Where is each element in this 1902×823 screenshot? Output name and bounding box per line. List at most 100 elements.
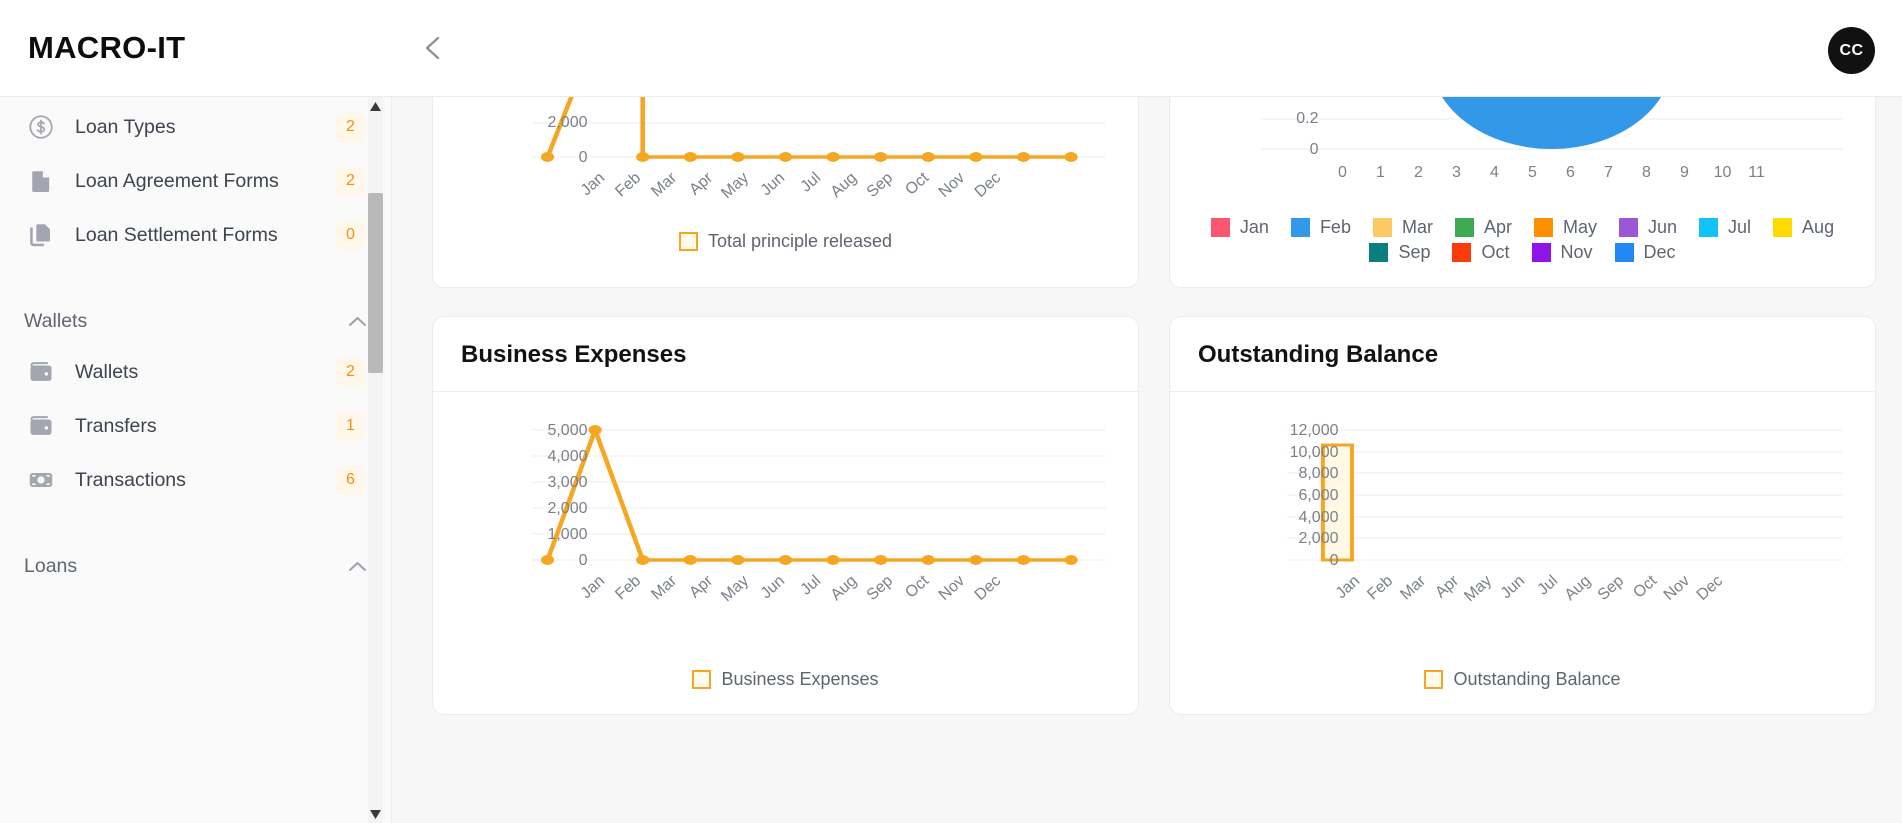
chevron-up-icon[interactable] [348,560,367,573]
xtick-label: Apr [686,572,716,602]
tick-label: 5 [1528,164,1537,181]
legend-item[interactable]: Dec [1614,242,1676,263]
xtick-label: Jul [798,169,825,195]
legend-label: May [1562,217,1597,237]
chart-legend: Outstanding Balance [1192,655,1853,700]
legend-item[interactable]: Business Expenses [692,669,879,690]
xtick-label: Jun [758,169,789,199]
ytick-label: 0.2 [1296,110,1318,127]
legend-item[interactable]: Mar [1372,217,1433,238]
sidebar-group-wallets[interactable]: Wallets [24,296,367,345]
chart-legend: Total principle released [455,217,1116,262]
ytick-label: 5,000 [547,422,587,439]
legend-item[interactable]: Total principle released [678,231,893,252]
xtick-label: Dec [972,169,1005,201]
sidebar-item-transactions[interactable]: Transactions 6 [24,453,367,507]
sidebar-item-loan-settlement-forms[interactable]: Loan Settlement Forms 0 [24,208,367,262]
legend-item[interactable]: Nov [1531,242,1593,263]
sidebar-item-label: Transactions [75,468,186,491]
xtick-label: May [718,572,752,605]
xtick-label: Feb [612,572,644,603]
sidebar-item-label: Wallets [75,360,139,383]
legend-swatch-icon [1531,243,1551,262]
ytick-labels: 12,000 10,000 8,000 6,000 4,000 2,000 0 [1290,422,1339,569]
chart-legend: Jan Feb Mar Apr May Jun Jul Aug Sep Oct Nov Dec [1192,207,1853,273]
app-body: Loan Agreement FormsLoan Types2Loan Agre… [0,97,1902,823]
legend-label: Apr [1483,217,1512,237]
ytick-label: 0 [579,149,588,166]
scroll-down-arrow[interactable] [368,805,383,823]
sidebar-group-title: Loans [24,555,78,577]
user-avatar[interactable]: CC [1828,27,1875,74]
card-body: 0.2 0 0 1 2 3 4 5 6 7 8 9 10 11 Jan Feb Mar Apr May Jun J… [1170,97,1875,287]
chart-axis-labels: 5,000 4,000 3,000 2,000 1,000 0 Jan Feb Mar Apr M… [547,422,1005,605]
xtick-labels: 0 1 2 3 4 5 6 7 8 9 10 11 [1338,164,1765,181]
legend-item[interactable]: Oct [1452,242,1510,263]
tick-label: 9 [1680,164,1689,181]
sidebar-item-loan-agreement-forms[interactable]: Loan Agreement Forms 2 [24,154,367,208]
chart-business-expenses: 5,000 4,000 3,000 2,000 1,000 0 Jan Feb Mar Apr M… [455,410,1116,655]
legend-label: Jul [1728,217,1752,237]
chart-total-principle-released: 2,000 0 Jan Feb Mar Apr May Jun Jul Aug Sep Oct No… [455,97,1116,217]
legend-label: Jun [1648,217,1678,237]
chevron-up-icon[interactable] [348,315,367,328]
sidebar-collapse-button[interactable] [412,27,454,69]
xtick-label: Apr [1432,572,1462,602]
ytick-label: 8,000 [1298,465,1338,482]
legend-swatch-icon [1699,218,1719,237]
ytick-label: 12,000 [1290,422,1339,439]
legend-label: Nov [1560,242,1593,262]
legend-item[interactable]: Jul [1699,217,1751,238]
legend-item[interactable]: Jun [1619,217,1677,238]
legend-swatch-icon [1452,243,1472,262]
xtick-label: Nov [936,572,969,604]
chart-axis-labels: 0.2 0 0 1 2 3 4 5 6 7 8 9 10 11 [1296,110,1765,181]
copy-document-icon [26,220,56,250]
sidebar-group-loans[interactable]: Loans [24,541,367,590]
legend-swatch-icon [1619,218,1638,237]
sidebar-item-wallets[interactable]: Wallets 2 [24,345,367,399]
legend-item[interactable]: Jan [1210,217,1269,238]
ytick-label: 1,000 [547,526,587,543]
xtick-label: Feb [612,169,644,200]
tick-label: 11 [1748,164,1765,181]
sidebar-item-loan-types[interactable]: Loan Types 2 [24,100,367,154]
app-root: MACRO-IT CC Loan Agreement Forms Loan Typ… [0,0,1902,823]
card-header: Business Expenses [433,317,1138,392]
ytick-labels: 5,000 4,000 3,000 2,000 1,000 0 [547,422,587,569]
sidebar-content: Loan Agreement FormsLoan Types2Loan Agre… [0,97,391,590]
sidebar-item-transfers[interactable]: Transfers 1 [24,399,367,453]
xtick-label: Jun [758,572,789,602]
legend-swatch-icon [678,232,698,251]
legend-item[interactable]: Aug [1773,217,1834,238]
document-icon [26,166,56,196]
chart-axis-labels: 12,000 10,000 8,000 6,000 4,000 2,000 0 Jan Feb… [1290,422,1727,605]
chart-monthly-distribution: 0.2 0 0 1 2 3 4 5 6 7 8 9 10 11 [1192,97,1853,207]
tick-label: 3 [1452,164,1461,181]
xtick-label: Nov [936,169,969,201]
card-header: Outstanding Balance [1170,317,1875,392]
avatar-initials: CC [1839,41,1864,59]
legend-label: Business Expenses [721,669,879,689]
legend-item[interactable]: Outstanding Balance [1424,669,1621,690]
page-title: Outstanding Balance [1198,341,1439,368]
legend-item[interactable]: Sep [1369,242,1430,263]
xtick-label: Dec [972,572,1005,604]
legend-swatch-icon [1773,218,1793,237]
xtick-label: Sep [1595,572,1628,604]
scroll-up-arrow[interactable] [368,97,383,115]
ytick-label: 4,000 [547,448,587,465]
sidebar-scrollbar[interactable] [368,97,383,823]
legend-swatch-icon [692,670,712,689]
legend-item[interactable]: Apr [1454,217,1512,238]
legend-swatch-icon [1424,670,1444,689]
ytick-label: 2,000 [547,500,587,517]
scrollbar-thumb[interactable] [368,193,383,373]
app-brand: MACRO-IT [28,30,186,65]
app-header: MACRO-IT CC [0,0,1902,97]
legend-label: Total principle released [707,231,893,251]
legend-item[interactable]: Feb [1290,217,1351,238]
tick-label: 0 [1338,164,1347,181]
legend-item[interactable]: May [1533,217,1597,238]
scrollbar-track[interactable] [368,115,383,805]
